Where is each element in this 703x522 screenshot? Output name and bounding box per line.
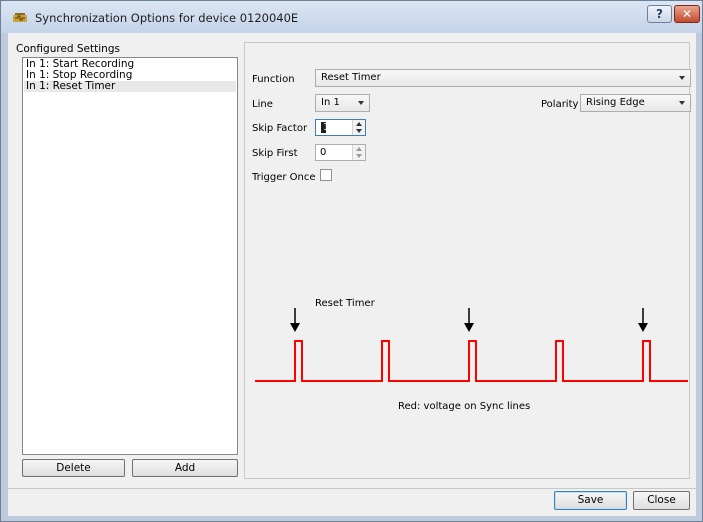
window-title: Synchronization Options for device 01200… — [35, 11, 299, 25]
save-button[interactable]: Save — [554, 491, 627, 510]
configured-settings-label: Configured Settings — [16, 43, 120, 55]
footer-separator — [8, 488, 696, 489]
skip-first-spinbox[interactable]: 0 — [315, 144, 366, 161]
sync-settings-panel: Function Reset Timer Line In 1 Polarity … — [244, 42, 691, 479]
chevron-down-icon — [679, 101, 685, 105]
trigger-once-label: Trigger Once — [252, 172, 316, 183]
configured-settings-list[interactable]: In 1: Start Recording In 1: Stop Recordi… — [22, 57, 238, 455]
line-dropdown[interactable]: In 1 — [315, 94, 370, 112]
diagram-annotation: Reset Timer — [315, 298, 376, 309]
arrow-head — [638, 323, 648, 332]
arrow-head — [290, 323, 300, 332]
chevron-down-icon — [358, 101, 364, 105]
spin-buttons[interactable] — [352, 120, 365, 135]
app-icon — [13, 13, 27, 22]
polarity-label: Polarity — [541, 99, 579, 110]
function-value: Reset Timer — [321, 72, 381, 83]
line-label: Line — [252, 99, 273, 110]
diagram-caption: Red: voltage on Sync lines — [398, 401, 531, 412]
function-label: Function — [252, 74, 295, 85]
title-bar: Synchronization Options for device 01200… — [1, 1, 702, 33]
skip-first-label: Skip First — [252, 148, 298, 159]
skip-factor-label: Skip Factor — [252, 123, 308, 134]
close-button[interactable]: Close — [633, 491, 690, 510]
spin-buttons[interactable] — [352, 145, 365, 160]
function-dropdown[interactable]: Reset Timer — [315, 69, 691, 87]
line-value: In 1 — [321, 97, 340, 108]
polarity-dropdown[interactable]: Rising Edge — [580, 94, 691, 112]
arrow-head — [464, 323, 474, 332]
arrow-down-icon — [356, 154, 362, 158]
dialog-body: Configured Settings In 1: Start Recordin… — [8, 33, 696, 516]
help-button[interactable]: ? — [647, 5, 672, 23]
timing-diagram: Reset Timer — [255, 298, 688, 382]
arrow-down-icon — [356, 129, 362, 133]
arrow-up-icon — [356, 147, 362, 151]
skip-first-value: 0 — [320, 147, 327, 158]
chevron-down-icon — [679, 76, 685, 80]
delete-button[interactable]: Delete — [22, 459, 125, 477]
polarity-value: Rising Edge — [586, 97, 645, 108]
list-item[interactable]: In 1: Reset Timer — [24, 81, 236, 92]
trigger-once-checkbox[interactable] — [320, 169, 332, 181]
skip-factor-value: 1 — [323, 122, 330, 133]
sync-signal-line — [255, 340, 688, 382]
skip-factor-spinbox[interactable]: 1 — [315, 119, 366, 136]
add-button[interactable]: Add — [132, 459, 238, 477]
window-close-button[interactable]: ✕ — [674, 5, 700, 23]
arrow-up-icon — [356, 122, 362, 126]
sync-options-dialog: Synchronization Options for device 01200… — [0, 0, 703, 522]
